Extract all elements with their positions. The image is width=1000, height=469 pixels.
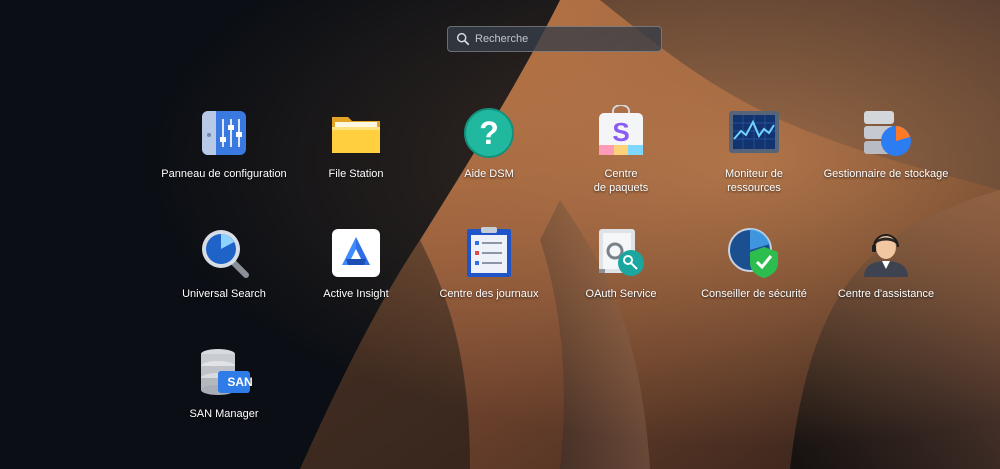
log-center-icon (467, 227, 511, 277)
app-centre-d-assistance[interactable]: Centre d'assistance (821, 225, 951, 301)
help-glyph: ? (479, 115, 499, 151)
app-centre-des-journaux[interactable]: Centre des journaux (424, 225, 554, 301)
package-glyph: S (612, 117, 630, 147)
resource-monitor-icon (729, 111, 779, 153)
app-san-manager[interactable]: SAN SAN Manager (159, 345, 289, 421)
search-icon (456, 32, 470, 46)
app-active-insight[interactable]: Active Insight (291, 225, 421, 301)
app-oauth-service[interactable]: OAuth Service (556, 225, 686, 301)
app-label: Active Insight (323, 288, 389, 300)
support-agent-icon (864, 234, 908, 277)
app-centre-de-paquets[interactable]: S Centre de paquets (556, 105, 686, 195)
app-conseiller-de-securite[interactable]: Conseiller de sécurité (689, 225, 819, 301)
app-label: Centre d'assistance (837, 288, 935, 300)
search-bar[interactable] (447, 26, 662, 52)
san-badge: SAN (227, 375, 253, 389)
folder-icon (332, 117, 380, 153)
app-label: Centre de paquets (593, 168, 649, 194)
oauth-safe-icon (599, 229, 644, 276)
app-gestionnaire-de-stockage[interactable]: Gestionnaire de stockage (821, 105, 951, 181)
app-moniteur-de-ressources[interactable]: Moniteur de ressources (689, 105, 819, 195)
app-panneau-de-configuration[interactable]: Panneau de configuration (159, 105, 289, 181)
app-label: File Station (328, 168, 384, 180)
app-label: Conseiller de sécurité (701, 288, 807, 300)
app-label: Universal Search (182, 288, 266, 300)
app-aide-dsm[interactable]: ? Aide DSM (424, 105, 554, 181)
app-label: Aide DSM (464, 168, 514, 180)
security-shield-icon (728, 228, 778, 278)
app-label: Panneau de configuration (161, 168, 287, 180)
app-file-station[interactable]: File Station (291, 105, 421, 181)
search-input[interactable] (475, 33, 655, 45)
control-panel-icon (202, 111, 246, 155)
app-label: OAuth Service (585, 288, 657, 300)
magnifier-icon (202, 230, 249, 278)
app-label: SAN Manager (189, 408, 259, 420)
app-label: Gestionnaire de stockage (823, 168, 949, 180)
app-label: Moniteur de ressources (724, 168, 784, 194)
app-universal-search[interactable]: Universal Search (159, 225, 289, 301)
storage-manager-icon (864, 111, 911, 156)
active-insight-icon (332, 229, 380, 277)
app-label: Centre des journaux (439, 288, 539, 300)
